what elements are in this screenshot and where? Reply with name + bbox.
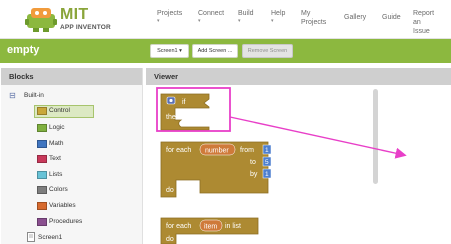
do-label: do [166,187,174,194]
by-value: 1 [265,171,269,178]
for-each-item-label: for each [166,223,191,230]
to-label: to [250,159,256,166]
by-label: by [250,171,258,178]
item-variable: item [204,224,217,231]
from-value: 1 [265,147,269,154]
then-label: then [166,114,180,121]
in-list-label: in list [225,223,241,230]
for-each-number-block[interactable]: for each number from 1 to 5 by 1 do [160,141,272,198]
for-each-item-block[interactable]: for each item in list do [160,217,259,244]
if-then-block[interactable]: if then [160,93,210,131]
do-label-2: do [166,236,174,243]
if-label: if [182,99,186,106]
number-variable: number [205,148,229,155]
for-each-label: for each [166,147,191,154]
to-value: 5 [265,159,269,166]
blocks-canvas: if then for each number from 1 to 5 by 1… [156,87,407,244]
from-label: from [240,147,254,154]
